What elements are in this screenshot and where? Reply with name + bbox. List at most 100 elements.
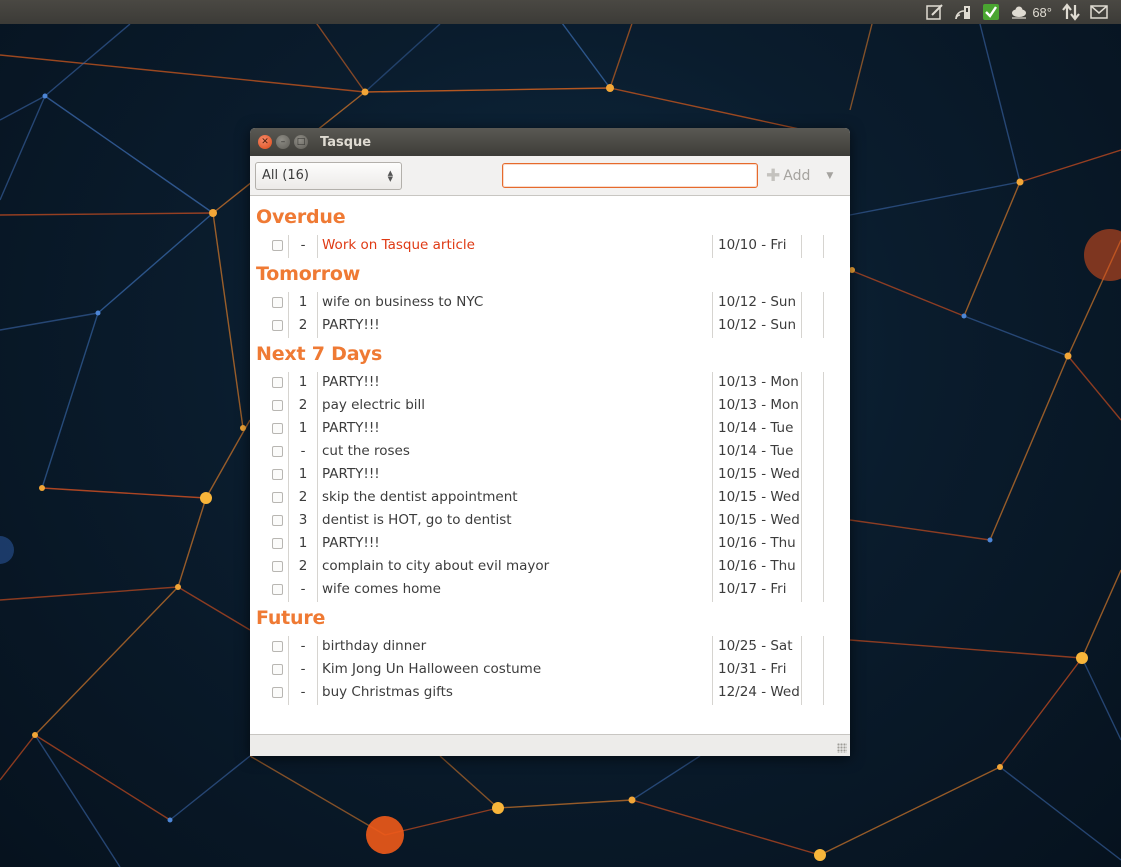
task-checkbox[interactable] <box>272 469 283 480</box>
task-checkbox[interactable] <box>272 400 283 411</box>
task-checkbox[interactable] <box>272 377 283 388</box>
add-button[interactable]: ✚ Add <box>764 162 812 190</box>
task-name[interactable]: skip the dentist appointment <box>322 489 518 505</box>
window-titlebar[interactable]: ✕ – □ Tasque <box>250 128 850 156</box>
task-priority[interactable]: - <box>296 581 310 597</box>
task-due-date[interactable]: 10/15 - Wed <box>718 489 800 505</box>
task-priority[interactable]: 2 <box>296 489 310 505</box>
task-name[interactable]: PARTY!!! <box>322 317 380 333</box>
task-name[interactable]: cut the roses <box>322 443 410 459</box>
task-due-date[interactable]: 10/15 - Wed <box>718 512 800 528</box>
task-name[interactable]: wife comes home <box>322 581 441 597</box>
add-menu-arrow-icon[interactable]: ▼ <box>826 171 833 181</box>
task-name[interactable]: complain to city about evil mayor <box>322 558 549 574</box>
task-row[interactable]: - birthday dinner 10/25 - Sat <box>250 636 850 659</box>
category-select[interactable]: All (16) ▲ ▼ <box>255 161 402 190</box>
notes-indicator-icon[interactable] <box>921 0 949 24</box>
task-row[interactable]: 2 pay electric bill 10/13 - Mon <box>250 395 850 418</box>
resize-grip-icon[interactable] <box>837 743 847 753</box>
task-row[interactable]: 1 PARTY!!! 10/15 - Wed <box>250 464 850 487</box>
task-name[interactable]: PARTY!!! <box>322 420 380 436</box>
column-divider <box>317 372 318 395</box>
task-priority[interactable]: 2 <box>296 397 310 413</box>
task-checkbox[interactable] <box>272 492 283 503</box>
task-due-date[interactable]: 10/16 - Thu <box>718 558 796 574</box>
weather-indicator[interactable]: 68° <box>1005 0 1057 24</box>
task-due-date[interactable]: 10/10 - Fri <box>718 237 786 253</box>
task-checkbox[interactable] <box>272 664 283 675</box>
close-icon[interactable]: ✕ <box>258 135 272 149</box>
task-priority[interactable]: - <box>296 684 310 700</box>
task-row[interactable]: 1 PARTY!!! 10/14 - Tue <box>250 418 850 441</box>
task-priority[interactable]: 1 <box>296 374 310 390</box>
task-row[interactable]: - buy Christmas gifts 12/24 - Wed <box>250 682 850 705</box>
task-priority[interactable]: 1 <box>296 535 310 551</box>
task-name[interactable]: PARTY!!! <box>322 374 380 390</box>
task-row[interactable]: - Work on Tasque article 10/10 - Fri <box>250 235 850 258</box>
task-row[interactable]: 2 complain to city about evil mayor 10/16 … <box>250 556 850 579</box>
task-due-date[interactable]: 10/17 - Fri <box>718 581 786 597</box>
task-name[interactable]: Kim Jong Un Halloween costume <box>322 661 541 677</box>
task-priority[interactable]: - <box>296 443 310 459</box>
task-checkbox[interactable] <box>272 320 283 331</box>
task-priority[interactable]: - <box>296 638 310 654</box>
task-checkbox[interactable] <box>272 687 283 698</box>
task-priority[interactable]: 3 <box>296 512 310 528</box>
network-indicator-icon[interactable] <box>949 0 977 24</box>
task-checkbox[interactable] <box>272 641 283 652</box>
task-priority[interactable]: 2 <box>296 558 310 574</box>
task-checkbox[interactable] <box>272 423 283 434</box>
task-row[interactable]: 1 wife on business to NYC 10/12 - Sun <box>250 292 850 315</box>
task-checkbox[interactable] <box>272 240 283 251</box>
task-checkbox[interactable] <box>272 584 283 595</box>
task-name[interactable]: PARTY!!! <box>322 466 380 482</box>
minimize-icon[interactable]: – <box>276 135 290 149</box>
task-priority[interactable]: 2 <box>296 317 310 333</box>
task-due-date[interactable]: 10/15 - Wed <box>718 466 800 482</box>
tasque-tray-icon[interactable] <box>977 0 1005 24</box>
task-due-date[interactable]: 10/13 - Mon <box>718 397 799 413</box>
task-priority[interactable]: 1 <box>296 466 310 482</box>
task-checkbox[interactable] <box>272 538 283 549</box>
task-name[interactable]: PARTY!!! <box>322 535 380 551</box>
task-priority[interactable]: 1 <box>296 420 310 436</box>
task-due-date[interactable]: 12/24 - Wed <box>718 684 800 700</box>
maximize-icon[interactable]: □ <box>294 135 308 149</box>
task-row[interactable]: - wife comes home 10/17 - Fri <box>250 579 850 602</box>
task-due-date[interactable]: 10/14 - Tue <box>718 420 793 436</box>
task-priority[interactable]: - <box>296 237 310 253</box>
column-divider <box>801 372 802 395</box>
task-name[interactable]: birthday dinner <box>322 638 426 654</box>
task-due-date[interactable]: 10/12 - Sun <box>718 294 796 310</box>
task-row[interactable]: 2 PARTY!!! 10/12 - Sun <box>250 315 850 338</box>
task-row[interactable]: - Kim Jong Un Halloween costume 10/31 - Fr… <box>250 659 850 682</box>
task-due-date[interactable]: 10/14 - Tue <box>718 443 793 459</box>
transfer-arrows-icon[interactable] <box>1057 0 1085 24</box>
task-row[interactable]: 3 dentist is HOT, go to dentist 10/15 - We… <box>250 510 850 533</box>
new-task-input[interactable] <box>502 163 758 188</box>
task-checkbox[interactable] <box>272 515 283 526</box>
task-name[interactable]: dentist is HOT, go to dentist <box>322 512 512 528</box>
section-header: Tomorrow <box>256 263 361 285</box>
task-priority[interactable]: 1 <box>296 294 310 310</box>
task-row[interactable]: 2 skip the dentist appointment 10/15 - Wed <box>250 487 850 510</box>
task-checkbox[interactable] <box>272 561 283 572</box>
task-due-date[interactable]: 10/13 - Mon <box>718 374 799 390</box>
task-row[interactable]: - cut the roses 10/14 - Tue <box>250 441 850 464</box>
task-checkbox[interactable] <box>272 446 283 457</box>
task-name[interactable]: pay electric bill <box>322 397 425 413</box>
task-due-date[interactable]: 10/12 - Sun <box>718 317 796 333</box>
task-due-date[interactable]: 10/31 - Fri <box>718 661 786 677</box>
task-due-date[interactable]: 10/25 - Sat <box>718 638 793 654</box>
task-name[interactable]: wife on business to NYC <box>322 294 483 310</box>
task-name[interactable]: buy Christmas gifts <box>322 684 453 700</box>
task-checkbox[interactable] <box>272 297 283 308</box>
task-due-date[interactable]: 10/16 - Thu <box>718 535 796 551</box>
messaging-envelope-icon[interactable] <box>1085 0 1113 24</box>
task-priority[interactable]: - <box>296 661 310 677</box>
task-name[interactable]: Work on Tasque article <box>322 237 475 253</box>
column-divider <box>801 395 802 418</box>
column-divider <box>288 682 289 705</box>
task-row[interactable]: 1 PARTY!!! 10/13 - Mon <box>250 372 850 395</box>
task-row[interactable]: 1 PARTY!!! 10/16 - Thu <box>250 533 850 556</box>
